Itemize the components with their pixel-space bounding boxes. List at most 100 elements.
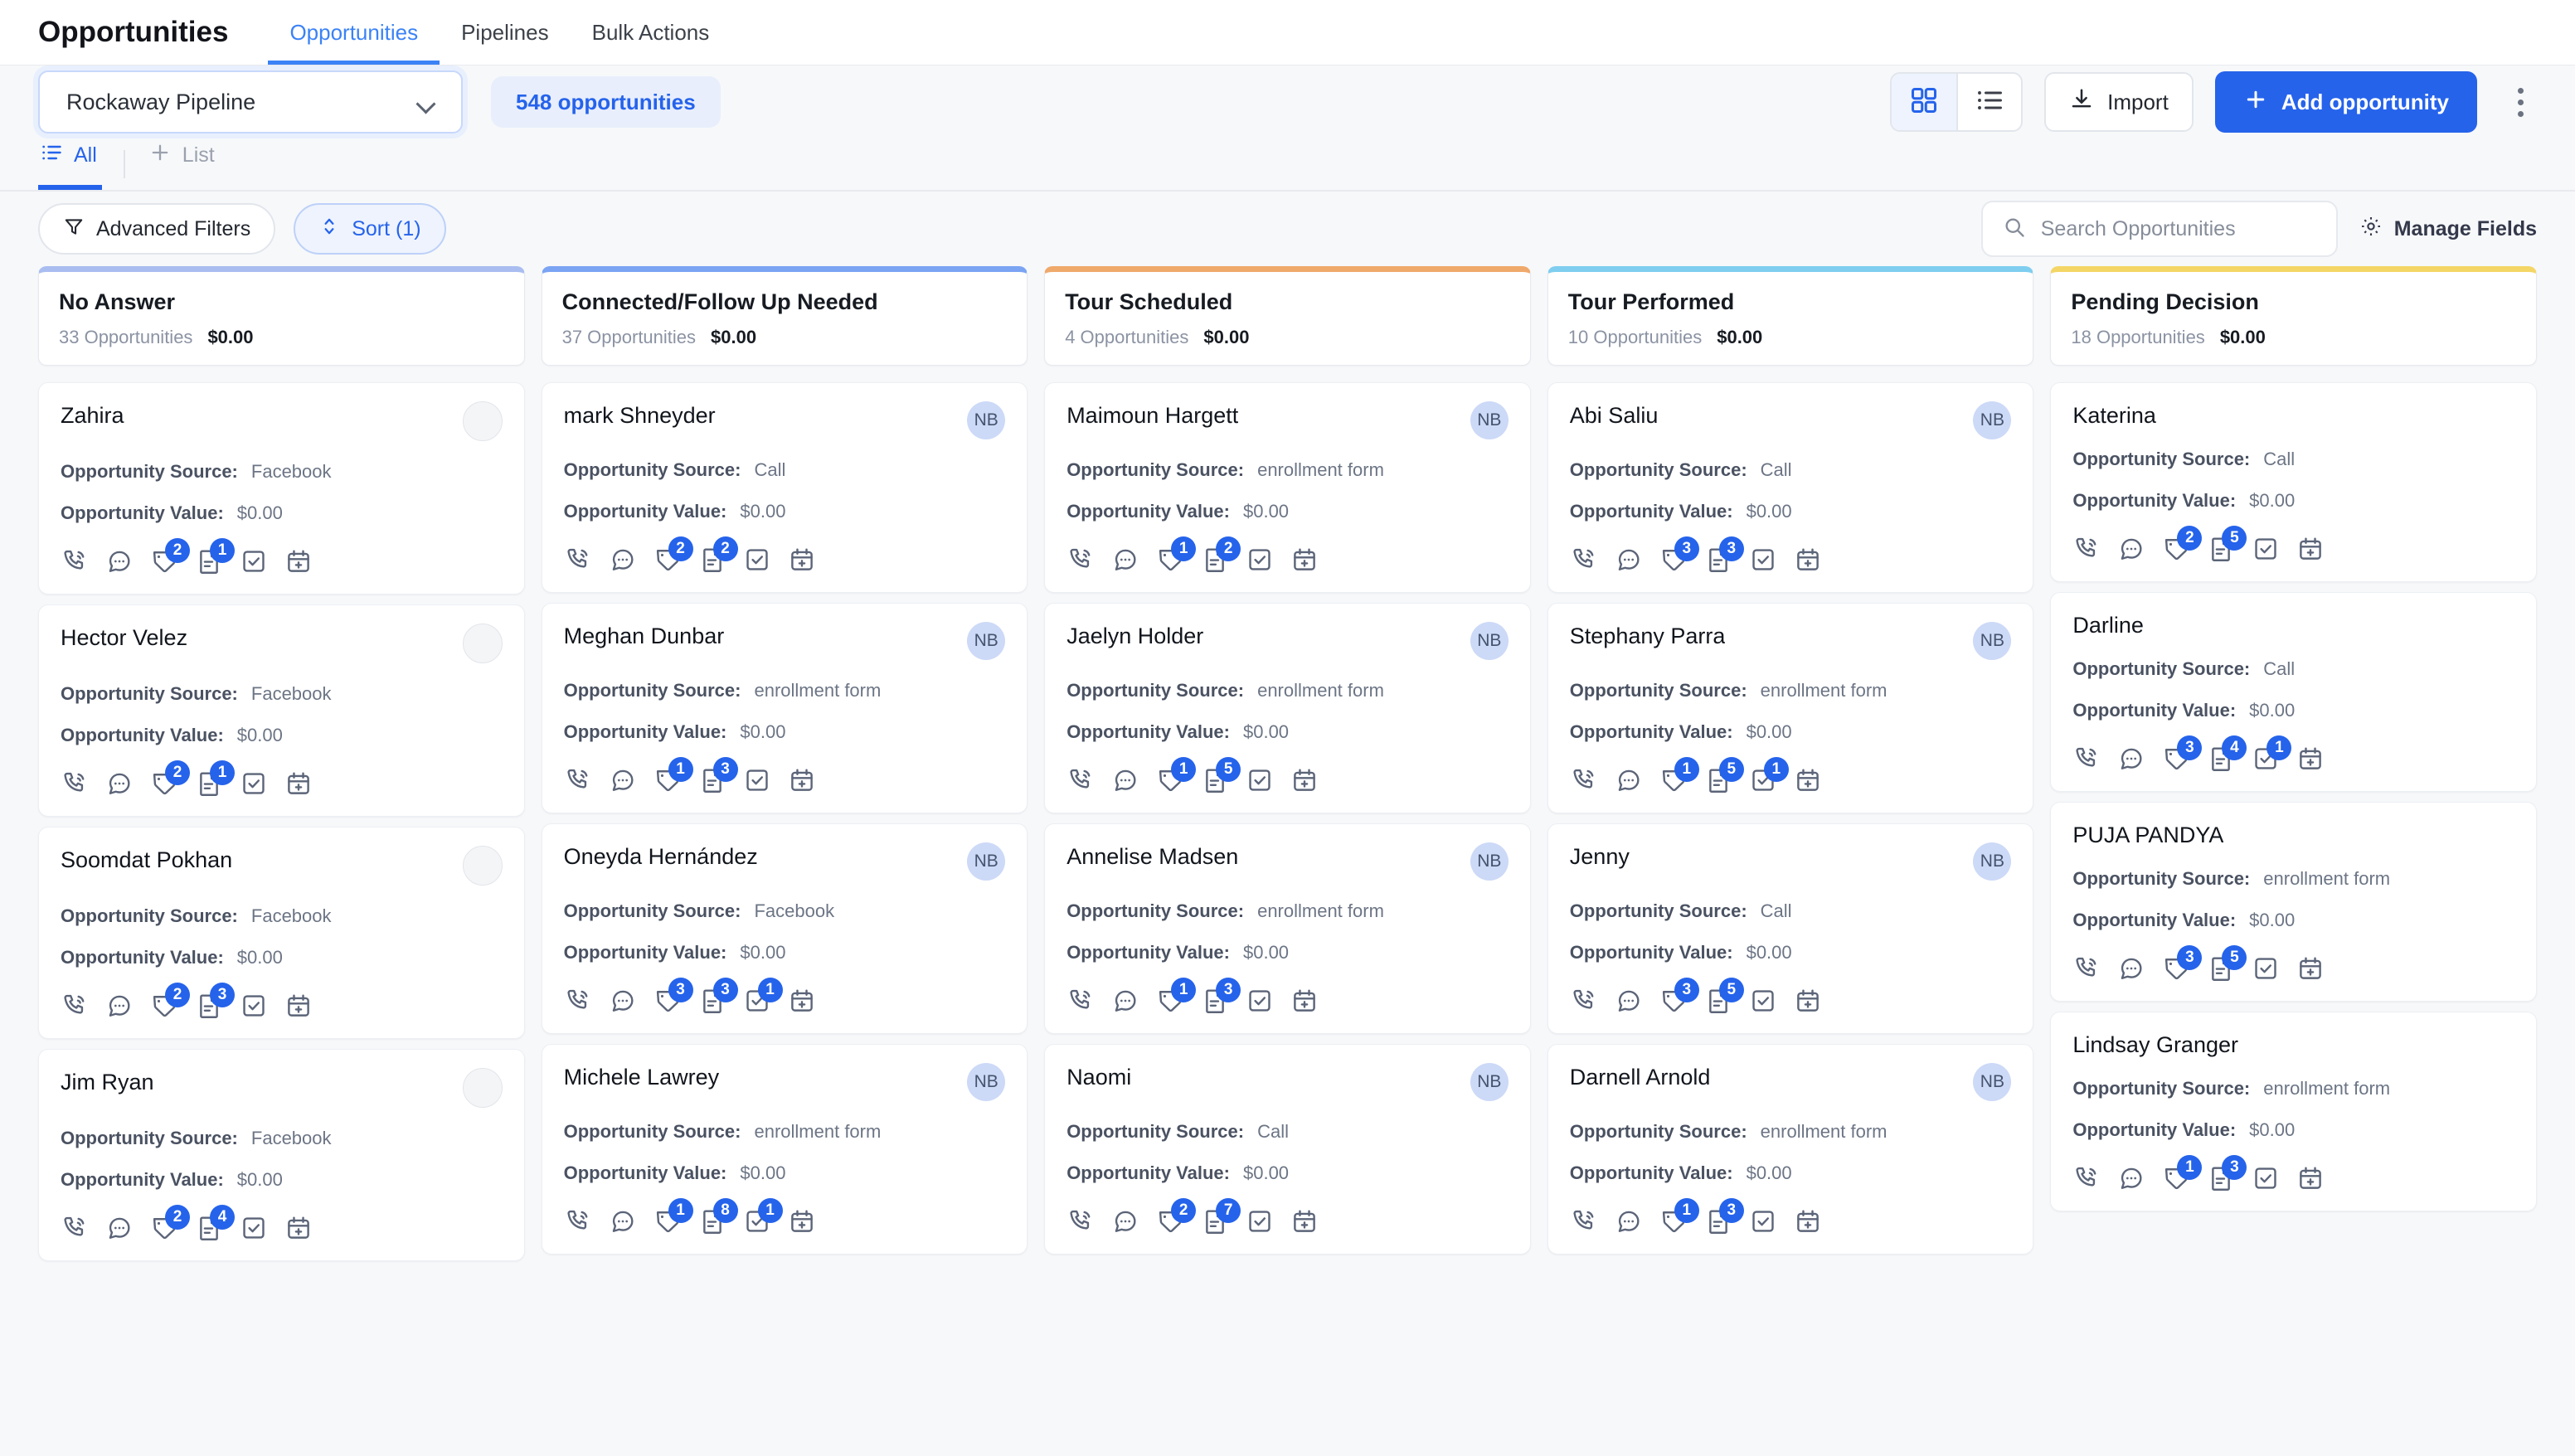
search-input[interactable] (2041, 217, 2316, 241)
phone-call-icon[interactable] (564, 546, 592, 574)
chat-bubble-icon[interactable] (1615, 1207, 1643, 1235)
phone-call-icon[interactable] (1570, 1207, 1598, 1235)
avatar[interactable]: NB (1470, 1063, 1509, 1101)
opportunity-card[interactable]: Meghan Dunbar NB Opportunity Source: enr… (542, 603, 1028, 813)
tag-icon[interactable]: 2 (150, 1214, 178, 1242)
task-check-icon[interactable] (2252, 535, 2280, 563)
phone-call-icon[interactable] (2072, 745, 2101, 773)
opportunity-card[interactable]: Zahira Opportunity Source: Facebook Oppo… (38, 382, 525, 595)
tag-icon[interactable]: 1 (1156, 766, 1184, 794)
note-icon[interactable]: 5 (1704, 987, 1732, 1015)
chat-bubble-icon[interactable] (2117, 954, 2145, 983)
tag-icon[interactable]: 3 (2162, 954, 2190, 983)
opportunity-card[interactable]: mark Shneyder NB Opportunity Source: Cal… (542, 382, 1028, 593)
avatar[interactable]: NB (967, 842, 1005, 881)
task-check-icon[interactable] (2252, 1164, 2280, 1192)
list-tab-all[interactable]: All (38, 137, 102, 190)
note-icon[interactable]: 3 (1201, 987, 1229, 1015)
kebab-menu-icon[interactable] (2504, 72, 2537, 132)
opportunity-card[interactable]: Oneyda Hernández NB Opportunity Source: … (542, 823, 1028, 1034)
opportunity-card[interactable]: Lindsay Granger Opportunity Source: enro… (2050, 1012, 2537, 1211)
manage-fields-button[interactable]: Manage Fields (2359, 215, 2537, 244)
chat-bubble-icon[interactable] (609, 546, 637, 574)
phone-call-icon[interactable] (2072, 954, 2101, 983)
phone-call-icon[interactable] (2072, 535, 2101, 563)
phone-call-icon[interactable] (1570, 766, 1598, 794)
calendar-add-icon[interactable] (1794, 987, 1822, 1015)
note-icon[interactable]: 5 (1201, 766, 1229, 794)
calendar-add-icon[interactable] (2296, 745, 2325, 773)
chat-bubble-icon[interactable] (105, 992, 134, 1020)
chat-bubble-icon[interactable] (609, 987, 637, 1015)
note-icon[interactable]: 3 (2207, 1164, 2235, 1192)
tag-icon[interactable]: 3 (653, 987, 682, 1015)
task-check-icon[interactable] (1246, 1207, 1274, 1235)
calendar-add-icon[interactable] (1794, 766, 1822, 794)
avatar[interactable]: NB (1470, 401, 1509, 439)
tag-icon[interactable]: 1 (1659, 1207, 1688, 1235)
calendar-add-icon[interactable] (1290, 987, 1319, 1015)
opportunity-card[interactable]: PUJA PANDYA Opportunity Source: enrollme… (2050, 802, 2537, 1002)
calendar-add-icon[interactable] (2296, 1164, 2325, 1192)
tag-icon[interactable]: 1 (653, 766, 682, 794)
tag-icon[interactable]: 2 (2162, 535, 2190, 563)
calendar-add-icon[interactable] (2296, 954, 2325, 983)
chat-bubble-icon[interactable] (105, 547, 134, 575)
note-icon[interactable]: 3 (698, 766, 726, 794)
calendar-add-icon[interactable] (1794, 546, 1822, 574)
note-icon[interactable]: 5 (2207, 535, 2235, 563)
avatar[interactable]: NB (1973, 622, 2011, 660)
grid-view-button[interactable] (1892, 74, 1956, 130)
avatar[interactable]: NB (967, 1063, 1005, 1101)
note-icon[interactable]: 4 (195, 1214, 223, 1242)
note-icon[interactable]: 3 (195, 992, 223, 1020)
chat-bubble-icon[interactable] (1111, 546, 1139, 574)
calendar-add-icon[interactable] (1290, 766, 1319, 794)
opportunity-card[interactable]: Jenny NB Opportunity Source: Call Opport… (1547, 823, 2034, 1034)
task-check-icon[interactable] (1749, 987, 1777, 1015)
chat-bubble-icon[interactable] (1111, 766, 1139, 794)
remove-assignee-button[interactable] (463, 401, 503, 441)
nav-tab-opportunities[interactable]: Opportunities (268, 22, 440, 65)
tag-icon[interactable]: 1 (1156, 987, 1184, 1015)
task-check-icon[interactable] (240, 769, 268, 798)
calendar-add-icon[interactable] (2296, 535, 2325, 563)
calendar-add-icon[interactable] (1794, 1207, 1822, 1235)
tag-icon[interactable]: 3 (1659, 546, 1688, 574)
opportunity-card[interactable]: Darline Opportunity Source: Call Opportu… (2050, 592, 2537, 792)
avatar[interactable]: NB (967, 401, 1005, 439)
chat-bubble-icon[interactable] (1111, 987, 1139, 1015)
add-opportunity-button[interactable]: Add opportunity (2215, 71, 2477, 133)
task-check-icon[interactable]: 1 (1749, 766, 1777, 794)
note-icon[interactable]: 8 (698, 1207, 726, 1235)
opportunity-card[interactable]: Stephany Parra NB Opportunity Source: en… (1547, 603, 2034, 813)
phone-call-icon[interactable] (61, 1214, 89, 1242)
task-check-icon[interactable] (743, 546, 771, 574)
opportunity-card[interactable]: Darnell Arnold NB Opportunity Source: en… (1547, 1044, 2034, 1255)
calendar-add-icon[interactable] (1290, 546, 1319, 574)
task-check-icon[interactable]: 1 (743, 987, 771, 1015)
chat-bubble-icon[interactable] (2117, 535, 2145, 563)
task-check-icon[interactable] (240, 992, 268, 1020)
task-check-icon[interactable]: 1 (743, 1207, 771, 1235)
phone-call-icon[interactable] (61, 992, 89, 1020)
note-icon[interactable]: 3 (1704, 1207, 1732, 1235)
opportunity-card[interactable]: Katerina Opportunity Source: Call Opport… (2050, 382, 2537, 582)
opportunity-card[interactable]: Jaelyn Holder NB Opportunity Source: enr… (1044, 603, 1531, 813)
note-icon[interactable]: 3 (698, 987, 726, 1015)
tag-icon[interactable]: 2 (150, 992, 178, 1020)
nav-tab-pipelines[interactable]: Pipelines (440, 22, 571, 65)
phone-call-icon[interactable] (2072, 1164, 2101, 1192)
calendar-add-icon[interactable] (788, 1207, 816, 1235)
calendar-add-icon[interactable] (788, 546, 816, 574)
tag-icon[interactable]: 2 (653, 546, 682, 574)
add-list-tab[interactable]: List (147, 137, 220, 190)
import-button[interactable]: Import (2044, 72, 2194, 132)
tag-icon[interactable]: 1 (653, 1207, 682, 1235)
opportunity-card[interactable]: Soomdat Pokhan Opportunity Source: Faceb… (38, 827, 525, 1039)
task-check-icon[interactable] (1246, 766, 1274, 794)
calendar-add-icon[interactable] (788, 987, 816, 1015)
tag-icon[interactable]: 1 (1659, 766, 1688, 794)
nav-tab-bulk-actions[interactable]: Bulk Actions (571, 22, 731, 65)
calendar-add-icon[interactable] (284, 992, 313, 1020)
